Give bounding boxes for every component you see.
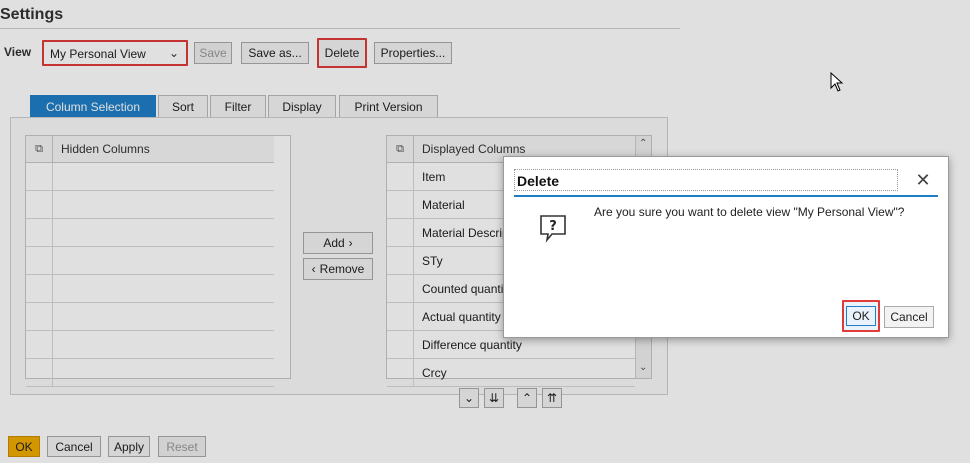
close-icon[interactable]: ✕ (914, 171, 932, 189)
mouse-pointer-icon (830, 72, 844, 92)
delete-dialog: Delete ✕ ? Are you sure you want to dele… (503, 156, 949, 338)
question-icon: ? (540, 215, 566, 243)
dialog-message: Are you sure you want to delete view "My… (594, 205, 905, 219)
dialog-title: Delete (514, 169, 898, 191)
svg-text:?: ? (549, 219, 557, 234)
dialog-title-divider (514, 195, 938, 197)
dialog-ok-button[interactable]: OK (842, 300, 880, 332)
dialog-cancel-button[interactable]: Cancel (884, 306, 934, 328)
